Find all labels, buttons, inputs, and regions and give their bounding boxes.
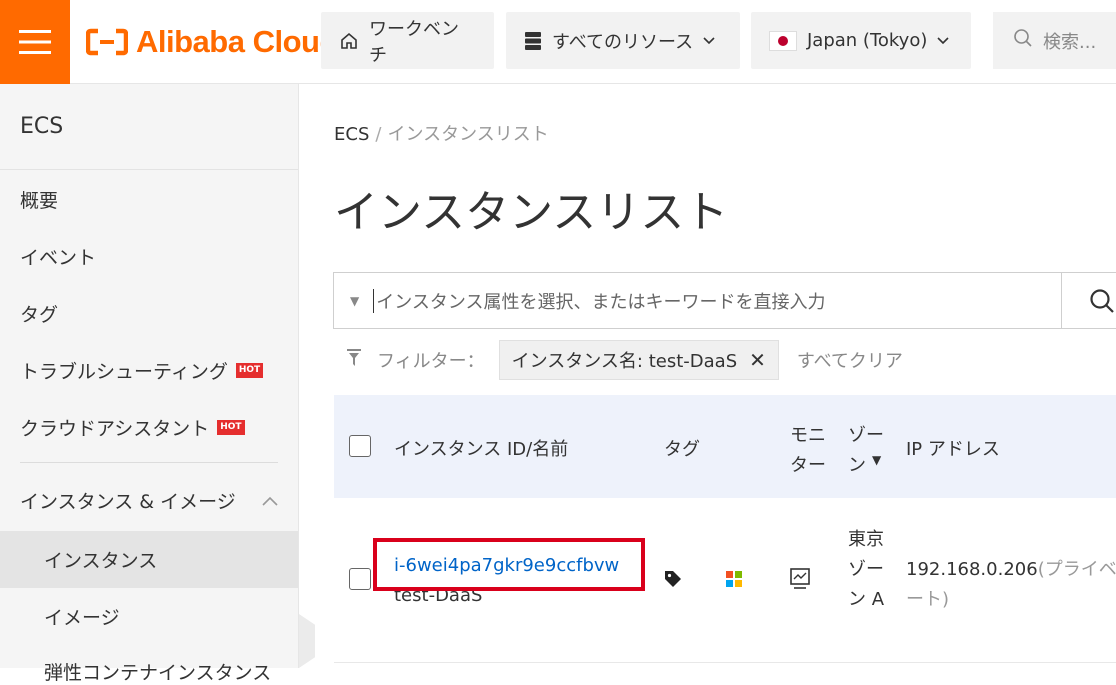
search-submit-button[interactable] <box>1061 272 1116 329</box>
workbench-button[interactable]: ワークベンチ <box>321 12 494 69</box>
filter-icon <box>347 348 361 372</box>
sidebar-item-label: 概要 <box>20 190 59 212</box>
sidebar-item-label: タグ <box>20 304 59 326</box>
chevron-down-icon <box>703 36 715 45</box>
sidebar-item-cloud-assistant[interactable]: クラウドアシスタント HOT <box>0 399 298 456</box>
sidebar-title: ECS <box>0 84 298 170</box>
region-label: Japan (Tokyo) <box>807 30 928 51</box>
column-header-monitor-line2: ター <box>790 455 826 476</box>
all-resources-label: すべてのリソース <box>552 31 694 53</box>
global-search-input[interactable]: 検索... <box>993 12 1116 69</box>
all-resources-dropdown[interactable]: すべてのリソース <box>506 12 740 69</box>
instance-table: インスタンス ID/名前 タグ モニ ター ゾー ン ▼ IP アドレス i-6… <box>334 395 1116 663</box>
alibaba-cloud-logo-icon <box>86 28 128 56</box>
zone-line2: ゾー <box>848 559 884 580</box>
instance-name: test-DaaS <box>394 585 483 606</box>
tag-icon[interactable] <box>664 570 682 593</box>
text-cursor <box>373 288 375 313</box>
filter-row: フィルター： インスタンス名: test-DaaS ✕ すべてクリア <box>347 340 903 380</box>
instance-id-link[interactable]: i-6wei4pa7gkr9e9ccfbvw <box>394 555 619 576</box>
workbench-label: ワークベンチ <box>369 18 459 66</box>
clear-all-filters-link[interactable]: すべてクリア <box>797 347 903 373</box>
sidebar-item-label: クラウドアシスタント <box>20 418 210 440</box>
sidebar: ECS 概要 イベント タグ トラブルシューティング HOT クラウドアシスタン… <box>0 84 299 684</box>
caret-down-icon[interactable]: ▼ <box>350 294 359 308</box>
sidebar-item-label: トラブルシューティング <box>20 361 228 383</box>
sidebar-group-instances-images[interactable]: インスタンス & イメージ <box>0 469 298 531</box>
sidebar-divider <box>20 462 278 463</box>
column-header-id-name: インスタンス ID/名前 <box>394 439 569 460</box>
select-all-checkbox[interactable] <box>349 435 371 457</box>
sidebar-item-instances[interactable]: インスタンス <box>0 531 298 588</box>
ip-type-line2: ート) <box>906 589 950 610</box>
chevron-up-icon <box>262 489 278 511</box>
global-search-placeholder: 検索... <box>1043 31 1097 53</box>
breadcrumb-root[interactable]: ECS <box>334 124 369 145</box>
sort-down-icon[interactable]: ▼ <box>872 453 881 467</box>
windows-icon <box>726 571 742 592</box>
main-content: ECS / インスタンスリスト インスタンスリスト ▼ インスタンス属性を選択、また… <box>299 84 1116 668</box>
sidebar-item-overview[interactable]: 概要 <box>0 171 298 228</box>
hamburger-menu-button[interactable] <box>0 0 70 84</box>
server-icon <box>524 31 542 51</box>
ip-address: 192.168.0.206(プライベ <box>906 555 1116 581</box>
search-icon <box>1089 288 1114 313</box>
chevron-down-icon <box>937 36 949 45</box>
top-navbar: Alibaba Cloud ワークベンチ すべてのリソース Japan (Tok… <box>0 0 1116 84</box>
sidebar-item-label: イメージ <box>44 607 120 629</box>
home-icon <box>339 31 359 51</box>
sidebar-group-label: インスタンス & イメージ <box>20 490 236 513</box>
table-header: インスタンス ID/名前 タグ モニ ター ゾー ン ▼ IP アドレス <box>334 395 1116 498</box>
sidebar-item-troubleshooting[interactable]: トラブルシューティング HOT <box>0 342 298 399</box>
filter-tag: インスタンス名: test-DaaS ✕ <box>498 340 779 380</box>
sidebar-item-elastic-container-instances[interactable]: 弾性コンテナインスタンス <box>0 645 298 685</box>
column-header-zone-line1[interactable]: ゾー <box>848 421 884 447</box>
alibaba-cloud-logo[interactable]: Alibaba Cloud <box>86 22 338 62</box>
column-header-ip: IP アドレス <box>906 439 1000 460</box>
row-checkbox[interactable] <box>349 568 371 590</box>
filter-tag-label: インスタンス名: test-DaaS <box>511 351 738 372</box>
table-row: i-6wei4pa7gkr9e9ccfbvw test-DaaS 東京 ゾー ン… <box>334 498 1116 663</box>
sidebar-item-label: イベント <box>20 247 97 269</box>
instance-search-placeholder: インスタンス属性を選択、またはキーワードを直接入力 <box>376 291 826 313</box>
hot-badge: HOT <box>217 420 245 435</box>
hot-badge: HOT <box>235 363 264 378</box>
sidebar-item-events[interactable]: イベント <box>0 228 298 285</box>
breadcrumb-current: インスタンスリスト <box>387 124 549 145</box>
sidebar-item-tags[interactable]: タグ <box>0 285 298 342</box>
brand-name: Alibaba Cloud <box>136 24 338 59</box>
sidebar-item-label: 弾性コンテナインスタンス <box>44 662 272 684</box>
sidebar-item-images[interactable]: イメージ <box>0 588 298 645</box>
breadcrumb-separator: / <box>375 124 382 145</box>
zone-line3: ン A <box>848 589 885 610</box>
close-icon[interactable]: ✕ <box>749 348 766 372</box>
region-selector[interactable]: Japan (Tokyo) <box>751 12 971 69</box>
sidebar-item-label: インスタンス <box>44 550 158 572</box>
hamburger-icon <box>19 30 51 54</box>
ip-value: 192.168.0.206 <box>906 559 1038 580</box>
zone-line1: 東京 <box>848 529 884 550</box>
search-icon <box>1013 28 1033 53</box>
column-header-tag: タグ <box>664 439 700 460</box>
monitor-icon[interactable] <box>790 568 810 595</box>
ip-type-line1: (プライベ <box>1037 559 1116 580</box>
filter-label: フィルター： <box>377 351 485 372</box>
japan-flag-icon <box>769 30 797 51</box>
column-header-zone-line2[interactable]: ン <box>848 451 866 477</box>
breadcrumb: ECS / インスタンスリスト <box>334 120 549 146</box>
column-header-monitor-line1: モニ <box>790 425 826 446</box>
instance-search-bar[interactable]: ▼ インスタンス属性を選択、またはキーワードを直接入力 <box>333 272 1116 329</box>
page-title: インスタンスリスト <box>334 187 729 238</box>
